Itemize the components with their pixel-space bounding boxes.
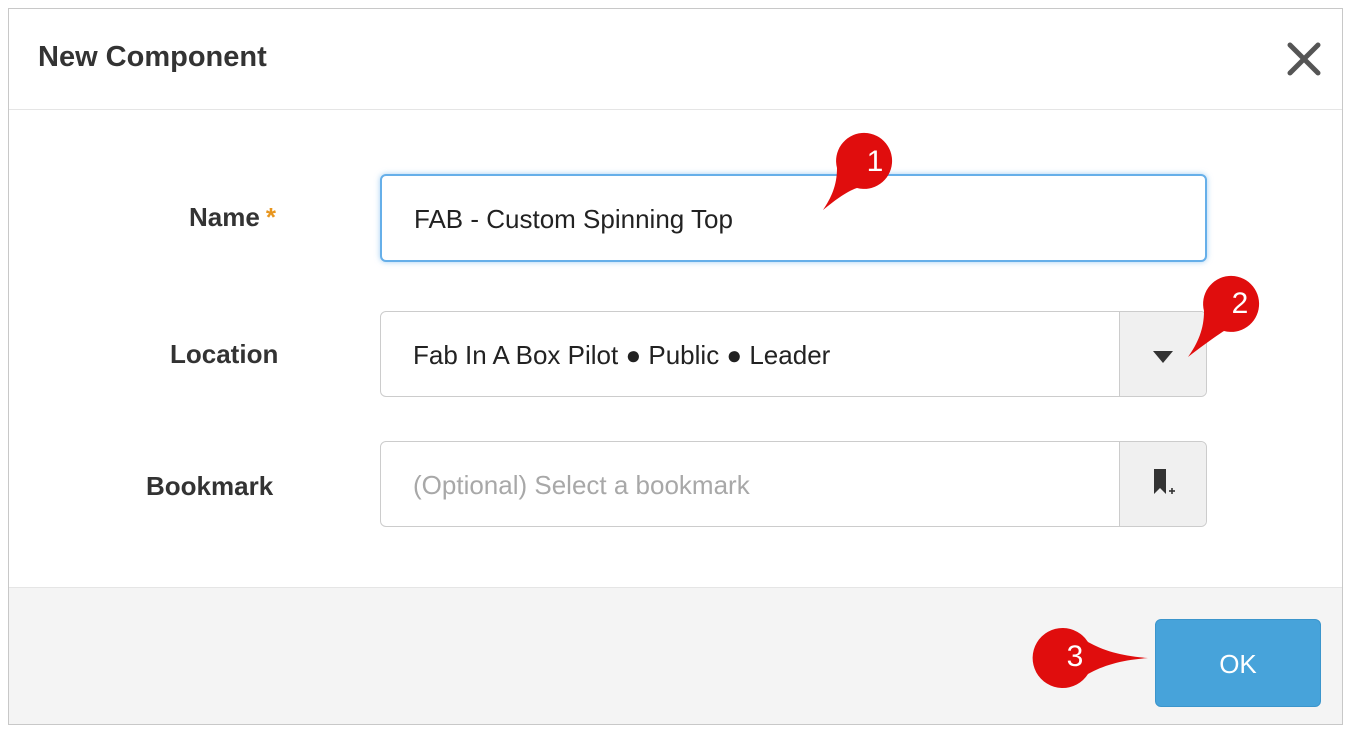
bookmark-select[interactable]: (Optional) Select a bookmark: [380, 441, 1207, 527]
name-input-value: FAB - Custom Spinning Top: [414, 204, 733, 234]
callout-3-number: 3: [1066, 640, 1084, 673]
callout-1-number: 1: [866, 145, 884, 178]
name-input[interactable]: FAB - Custom Spinning Top: [380, 174, 1207, 262]
close-icon[interactable]: [1284, 39, 1324, 79]
dialog-title: New Component: [38, 41, 267, 73]
required-marker: *: [265, 202, 276, 232]
callout-2: 2: [1172, 265, 1282, 365]
new-component-dialog: New Component Name * FAB - Custom Spinnin…: [8, 8, 1343, 725]
name-label: Name *: [189, 202, 276, 232]
bookmark-add-button[interactable]: [1119, 442, 1206, 526]
callout-2-number: 2: [1231, 287, 1249, 320]
bookmark-placeholder: (Optional) Select a bookmark: [413, 470, 750, 500]
dialog-header: New Component: [9, 9, 1342, 110]
callout-1: 1: [803, 128, 913, 218]
bookmark-add-icon: [1154, 469, 1175, 494]
callout-3: 3: [1030, 625, 1160, 691]
ok-button[interactable]: OK: [1155, 619, 1321, 707]
location-select-value: Fab In A Box Pilot ● Public ● Leader: [413, 340, 831, 370]
bookmark-label: Bookmark: [146, 471, 274, 501]
location-select[interactable]: Fab In A Box Pilot ● Public ● Leader: [380, 311, 1207, 397]
location-label: Location: [170, 339, 279, 369]
